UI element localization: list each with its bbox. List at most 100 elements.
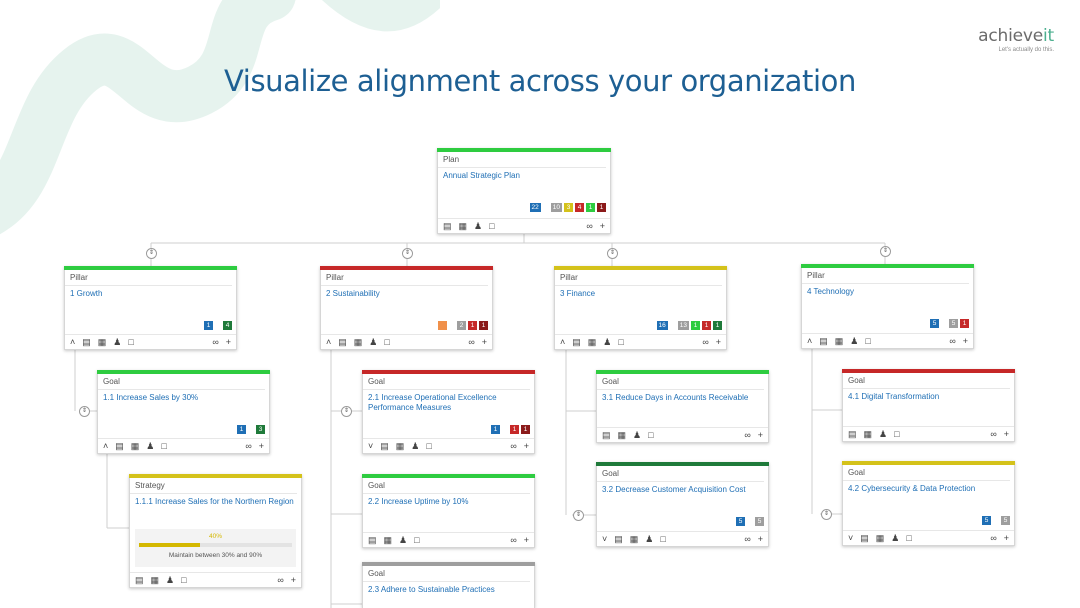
add-icon[interactable]: + [259,441,264,451]
calendar-icon[interactable]: ▦ [151,575,160,585]
link-icon[interactable]: ∞ [468,337,474,347]
comment-icon[interactable]: □ [660,534,665,544]
people-icon[interactable]: ♟ [399,535,407,545]
collapse-toggle-pillar-2[interactable]: ⇕ [402,248,413,259]
people-icon[interactable]: ♟ [369,337,377,347]
link-icon[interactable]: ∞ [510,535,516,545]
chart-icon[interactable]: ▤ [338,337,347,347]
chart-icon[interactable]: ▤ [368,535,377,545]
collapse-toggle-goal-1-1[interactable]: ⇕ [79,406,90,417]
add-icon[interactable]: + [1004,429,1009,439]
people-icon[interactable]: ♟ [411,441,419,451]
comment-icon[interactable]: □ [618,337,623,347]
pillar-card-sustainability[interactable]: Pillar 2 Sustainability 2 1 1 ˄ ▤ ▦ ♟ □ … [320,266,493,350]
comment-icon[interactable]: □ [865,336,870,346]
calendar-icon[interactable]: ▦ [835,336,844,346]
calendar-icon[interactable]: ▦ [459,221,468,231]
collapse-toggle-goal-2-1[interactable]: ⇕ [341,406,352,417]
pillar-card-finance[interactable]: Pillar 3 Finance 16 13 1 1 1 ˄ ▤ ▦ ♟ □ ∞… [554,266,727,350]
link-icon[interactable]: ∞ [245,441,251,451]
comment-icon[interactable]: □ [161,441,166,451]
calendar-icon[interactable]: ▦ [384,535,393,545]
link-icon[interactable]: ∞ [586,221,592,231]
comment-icon[interactable]: □ [894,429,899,439]
calendar-icon[interactable]: ▦ [98,337,107,347]
add-icon[interactable]: + [1004,533,1009,543]
chart-icon[interactable]: ▤ [848,429,857,439]
chevron-up-icon[interactable]: ˄ [103,441,108,451]
card-title-link[interactable]: 1 Growth [65,286,236,299]
goal-card-1-1[interactable]: Goal 1.1 Increase Sales by 30% 1 3 ˄ ▤ ▦… [97,370,270,454]
add-icon[interactable]: + [524,441,529,451]
card-title-link[interactable]: 1.1.1 Increase Sales for the Northern Re… [130,494,301,507]
chart-icon[interactable]: ▤ [82,337,91,347]
calendar-icon[interactable]: ▦ [618,430,627,440]
card-title-link[interactable]: 2.2 Increase Uptime by 10% [363,494,534,507]
card-title-link[interactable]: 4.1 Digital Transformation [843,389,1014,402]
card-title-link[interactable]: 3.1 Reduce Days in Accounts Receivable [597,390,768,403]
comment-icon[interactable]: □ [414,535,419,545]
chart-icon[interactable]: ▤ [572,337,581,347]
chevron-up-icon[interactable]: ˄ [70,337,75,347]
card-title-link[interactable]: 2.3 Adhere to Sustainable Practices [363,582,534,595]
comment-icon[interactable]: □ [181,575,186,585]
chart-icon[interactable]: ▤ [819,336,828,346]
chevron-up-icon[interactable]: ˄ [326,337,331,347]
add-icon[interactable]: + [226,337,231,347]
calendar-icon[interactable]: ▦ [630,534,639,544]
plan-card[interactable]: Plan Annual Strategic Plan 22 10 3 4 1 1… [437,148,611,234]
calendar-icon[interactable]: ▦ [396,441,405,451]
people-icon[interactable]: ♟ [879,429,887,439]
comment-icon[interactable]: □ [384,337,389,347]
add-icon[interactable]: + [291,575,296,585]
people-icon[interactable]: ♟ [146,441,154,451]
add-icon[interactable]: + [758,430,763,440]
link-icon[interactable]: ∞ [212,337,218,347]
strategy-card-1-1-1[interactable]: Strategy 1.1.1 Increase Sales for the No… [129,474,302,588]
add-icon[interactable]: + [600,221,605,231]
people-icon[interactable]: ♟ [645,534,653,544]
chevron-up-icon[interactable]: ˄ [560,337,565,347]
collapse-toggle-pillar-4[interactable]: ⇕ [880,246,891,257]
chevron-down-icon[interactable]: ˅ [368,441,373,451]
comment-icon[interactable]: □ [906,533,911,543]
comment-icon[interactable]: □ [426,441,431,451]
link-icon[interactable]: ∞ [277,575,283,585]
add-icon[interactable]: + [758,534,763,544]
chevron-down-icon[interactable]: ˅ [848,533,853,543]
people-icon[interactable]: ♟ [891,533,899,543]
link-icon[interactable]: ∞ [510,441,516,451]
link-icon[interactable]: ∞ [744,534,750,544]
card-title-link[interactable]: 3 Finance [555,286,726,299]
comment-icon[interactable]: □ [648,430,653,440]
add-icon[interactable]: + [524,535,529,545]
people-icon[interactable]: ♟ [474,221,482,231]
add-icon[interactable]: + [716,337,721,347]
chevron-up-icon[interactable]: ˄ [807,336,812,346]
goal-card-3-2[interactable]: Goal 3.2 Decrease Customer Acquisition C… [596,462,769,547]
chart-icon[interactable]: ▤ [380,441,389,451]
goal-card-3-1[interactable]: Goal 3.1 Reduce Days in Accounts Receiva… [596,370,769,443]
goal-card-4-2[interactable]: Goal 4.2 Cybersecurity & Data Protection… [842,461,1015,546]
pillar-card-technology[interactable]: Pillar 4 Technology 5 5 1 ˄ ▤ ▦ ♟ □ ∞ + [801,264,974,349]
comment-icon[interactable]: □ [489,221,494,231]
chart-icon[interactable]: ▤ [443,221,452,231]
card-title-link[interactable]: 1.1 Increase Sales by 30% [98,390,269,403]
goal-card-2-3[interactable]: Goal 2.3 Adhere to Sustainable Practices [362,562,535,608]
collapse-toggle-goal-4-2[interactable]: ⇕ [821,509,832,520]
card-title-link[interactable]: 4.2 Cybersecurity & Data Protection [843,481,1014,494]
goal-card-2-2[interactable]: Goal 2.2 Increase Uptime by 10% ▤ ▦ ♟ □ … [362,474,535,548]
card-title-link[interactable]: 3.2 Decrease Customer Acquisition Cost [597,482,768,495]
card-title-link[interactable]: 4 Technology [802,284,973,297]
add-icon[interactable]: + [963,336,968,346]
people-icon[interactable]: ♟ [633,430,641,440]
link-icon[interactable]: ∞ [949,336,955,346]
collapse-toggle-pillar-3[interactable]: ⇕ [607,248,618,259]
collapse-toggle-pillar-1[interactable]: ⇕ [146,248,157,259]
chart-icon[interactable]: ▤ [135,575,144,585]
people-icon[interactable]: ♟ [166,575,174,585]
collapse-toggle-goal-3-2[interactable]: ⇕ [573,510,584,521]
goal-card-4-1[interactable]: Goal 4.1 Digital Transformation ▤ ▦ ♟ □ … [842,369,1015,442]
people-icon[interactable]: ♟ [603,337,611,347]
card-title-link[interactable]: Annual Strategic Plan [438,168,610,181]
